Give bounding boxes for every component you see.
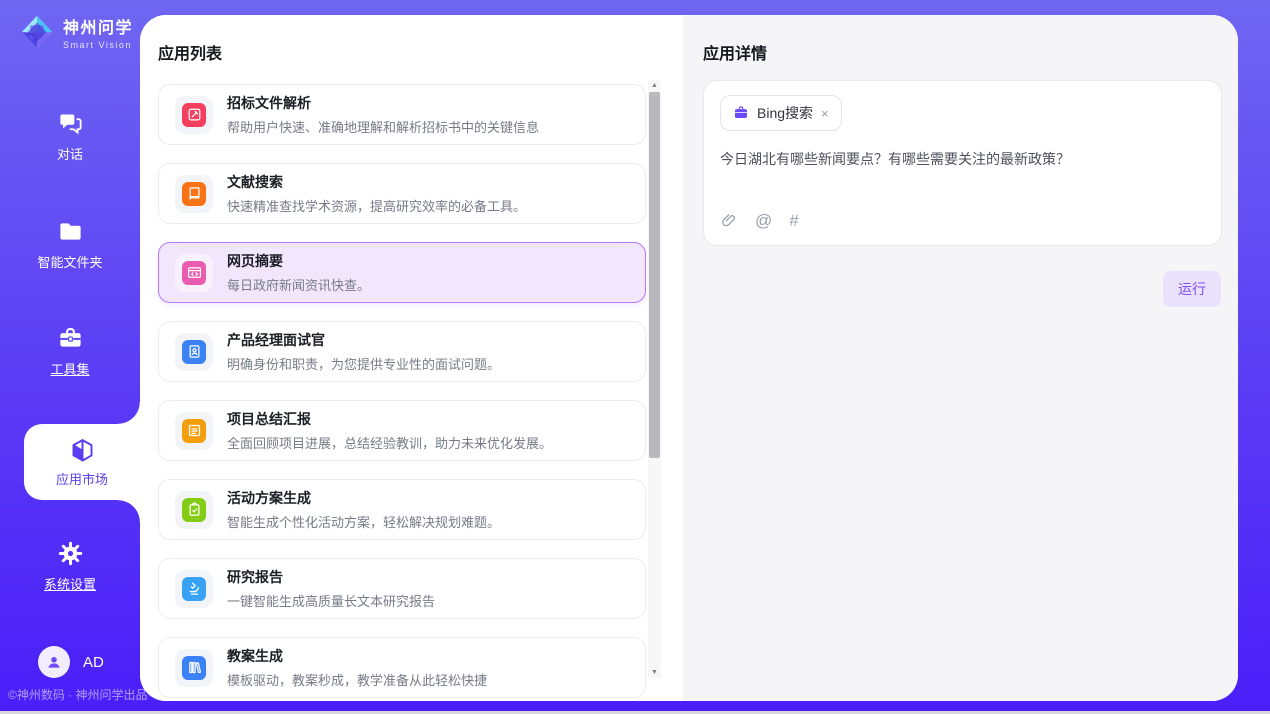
app-icon-box <box>175 254 213 292</box>
tool-tag-label: Bing搜索 <box>757 103 813 123</box>
sidebar-item-系统设置[interactable]: 系统设置 <box>0 540 140 593</box>
app-card-网页摘要[interactable]: 网页摘要 每日政府新闻资讯快查。 <box>158 242 646 303</box>
web-icon <box>182 261 206 285</box>
app-card-招标文件解析[interactable]: 招标文件解析 帮助用户快速、准确地理解和解析招标书中的关键信息 <box>158 84 646 145</box>
copyright-text: ©神州数码 · 神州问学出品 <box>8 686 148 703</box>
at-icon[interactable]: @ <box>755 211 772 231</box>
app-description: 模板驱动，教案秒成，教学准备从此轻松快捷 <box>227 670 487 689</box>
app-description: 全面回顾项目进展，总结经验教训，助力未来优化发展。 <box>227 433 552 452</box>
sidebar-item-工具集[interactable]: 工具集 <box>0 325 140 378</box>
brand-subtitle: Smart Vision <box>63 40 133 50</box>
avatar[interactable] <box>38 646 70 678</box>
sidebar: 神州问学 Smart Vision 对话 智能文件夹 工具集 应用市场 <box>0 0 140 714</box>
brand-logo: 神州问学 Smart Vision <box>18 13 133 51</box>
app-icon-box <box>175 570 213 608</box>
app-icon-box <box>175 491 213 529</box>
app-list-panel: 应用列表 招标文件解析 帮助用户快速、准确地理解和解析招标书中的关键信息 <box>140 15 683 701</box>
app-name: 招标文件解析 <box>227 93 539 113</box>
app-description: 智能生成个性化活动方案，轻松解决规划难题。 <box>227 512 500 531</box>
user-account[interactable]: AD <box>38 646 104 678</box>
prompt-input[interactable]: 今日湖北有哪些新闻要点？有哪些需要关注的最新政策？ <box>720 149 1205 169</box>
app-detail-title: 应用详情 <box>703 40 767 64</box>
list-scrollbar[interactable]: ▲ ▼ <box>648 80 661 678</box>
tool-tag-bing-search[interactable]: Bing搜索 × <box>720 95 842 131</box>
tag-close-icon[interactable]: × <box>821 107 829 120</box>
app-card-教案生成[interactable]: 教案生成 模板驱动，教案秒成，教学准备从此轻松快捷 <box>158 637 646 698</box>
scrollbar-down-icon[interactable]: ▼ <box>648 669 661 676</box>
sidebar-item-label: 智能文件夹 <box>37 252 102 271</box>
app-name: 项目总结汇报 <box>227 409 552 429</box>
app-description: 帮助用户快速、准确地理解和解析招标书中的关键信息 <box>227 117 539 136</box>
book-icon <box>182 182 206 206</box>
toolbox-icon <box>57 325 84 352</box>
sidebar-item-对话[interactable]: 对话 <box>0 110 140 163</box>
research-icon <box>182 577 206 601</box>
app-name: 文献搜索 <box>227 172 526 192</box>
prompt-toolbar: @ # <box>720 211 799 231</box>
app-detail-panel: 应用详情 Bing搜索 × 今日湖北有哪些新闻要点？有哪些需要关注的最新政策？ … <box>683 15 1238 701</box>
app-card-项目总结汇报[interactable]: 项目总结汇报 全面回顾项目进展，总结经验教训，助力未来优化发展。 <box>158 400 646 461</box>
app-name: 研究报告 <box>227 567 435 587</box>
diamond-logo-icon <box>18 13 56 51</box>
user-initials: AD <box>83 654 104 671</box>
app-name: 教案生成 <box>227 646 487 666</box>
app-card-活动方案生成[interactable]: 活动方案生成 智能生成个性化活动方案，轻松解决规划难题。 <box>158 479 646 540</box>
app-icon-box <box>175 96 213 134</box>
gear-icon <box>57 540 84 567</box>
interview-icon <box>182 340 206 364</box>
sidebar-item-label: 应用市场 <box>56 469 108 488</box>
app-list-title: 应用列表 <box>158 40 222 64</box>
folder-icon <box>57 218 84 245</box>
app-icon-box <box>175 649 213 687</box>
sidebar-item-应用市场[interactable]: 应用市场 <box>24 424 140 500</box>
briefcase-icon <box>733 105 749 121</box>
app-description: 明确身份和职责，为您提供专业性的面试问题。 <box>227 354 500 373</box>
app-icon-box <box>175 412 213 450</box>
edit-icon <box>182 103 206 127</box>
app-description: 快速精准查找学术资源，提高研究效率的必备工具。 <box>227 196 526 215</box>
app-card-研究报告[interactable]: 研究报告 一键智能生成高质量长文本研究报告 <box>158 558 646 619</box>
cube-icon <box>69 437 96 464</box>
run-button[interactable]: 运行 <box>1163 271 1221 307</box>
scrollbar-up-icon[interactable]: ▲ <box>648 82 661 89</box>
activity-icon <box>182 498 206 522</box>
app-card-文献搜索[interactable]: 文献搜索 快速精准查找学术资源，提高研究效率的必备工具。 <box>158 163 646 224</box>
scrollbar-thumb[interactable] <box>649 92 660 458</box>
prompt-card: Bing搜索 × 今日湖北有哪些新闻要点？有哪些需要关注的最新政策？ @ # <box>703 80 1222 246</box>
person-icon <box>44 652 64 672</box>
app-icon-box <box>175 333 213 371</box>
app-name: 活动方案生成 <box>227 488 500 508</box>
sidebar-item-智能文件夹[interactable]: 智能文件夹 <box>0 218 140 271</box>
paperclip-icon[interactable] <box>720 212 738 230</box>
app-name: 产品经理面试官 <box>227 330 500 350</box>
app-description: 每日政府新闻资讯快查。 <box>227 275 370 294</box>
sidebar-item-label: 系统设置 <box>44 574 96 593</box>
hash-icon[interactable]: # <box>789 211 798 231</box>
sidebar-item-label: 工具集 <box>50 359 89 378</box>
app-card-产品经理面试官[interactable]: 产品经理面试官 明确身份和职责，为您提供专业性的面试问题。 <box>158 321 646 382</box>
app-icon-box <box>175 175 213 213</box>
app-list: 招标文件解析 帮助用户快速、准确地理解和解析招标书中的关键信息 文献搜索 快速精… <box>158 84 646 701</box>
main-content: 应用列表 招标文件解析 帮助用户快速、准确地理解和解析招标书中的关键信息 <box>140 15 1238 701</box>
app-name: 网页摘要 <box>227 251 370 271</box>
report-icon <box>182 419 206 443</box>
lesson-icon <box>182 656 206 680</box>
sidebar-item-label: 对话 <box>57 144 83 163</box>
brand-name: 神州问学 <box>63 14 133 38</box>
app-description: 一键智能生成高质量长文本研究报告 <box>227 591 435 610</box>
chat-icon <box>57 110 84 137</box>
